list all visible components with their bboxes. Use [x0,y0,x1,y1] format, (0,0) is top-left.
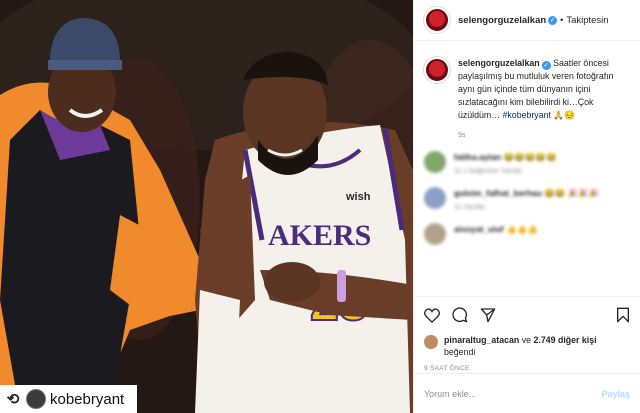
repost-icon: ⟲ [6,391,20,408]
share-icon[interactable] [480,307,496,323]
verified-icon: ✓ [541,61,551,70]
add-comment-bar: Paylaş [414,373,640,413]
bookmark-icon[interactable] [616,307,630,323]
author-avatar[interactable] [424,7,450,33]
caption: selengorguzelalkan ✓ Saatler öncesi payla… [424,57,630,122]
action-icons [424,304,630,326]
verified-icon: ✓ [548,15,558,25]
comment-input[interactable] [424,388,602,399]
comments-section[interactable]: selengorguzelalkan ✓ Saatler öncesi payla… [414,41,640,296]
caption-text: selengorguzelalkan ✓ Saatler öncesi payla… [458,57,630,122]
svg-text:wish: wish [345,191,371,203]
likes-connector: ve [521,335,532,345]
posted-time: 9 SAAT ÖNCE [424,365,470,372]
caption-emojis: 🙏😔 [553,110,576,120]
comment-icon[interactable] [452,307,468,323]
liker-username[interactable]: pinaraltug_atacan [444,335,519,345]
likes-summary: pinaraltug_atacan ve 2.749 diğer kişi be… [424,334,630,358]
photo-illustration: AKERS wish 23 [0,0,413,413]
post-comment-button[interactable]: Paylaş [601,389,630,399]
comment-row: aisoyat_uiuf 👍👍👍 [424,223,630,245]
comment-text: 😂😂 🎉🎉🎉 [544,188,600,198]
comment-meta: 1s Yanıtla [454,204,485,211]
comment-username[interactable]: aisoyat_uiuf [454,224,504,234]
caption-avatar[interactable] [424,57,450,83]
post-header: selengorguzelalkan ✓ • Takiptesin [414,0,640,41]
likes-text: pinaraltug_atacan ve 2.749 diğer kişi be… [444,334,630,358]
liker-avatar[interactable] [424,335,438,349]
repost-tag[interactable]: ⟲ kobebryant [0,385,137,413]
svg-text:AKERS: AKERS [268,219,371,252]
repost-username[interactable]: kobebryant [50,391,124,408]
comment-username[interactable]: fatiha.aytan [454,152,501,162]
post-photo[interactable]: AKERS wish 23 ⟲ kobebryant [0,0,413,413]
likes-suffix: beğendi [444,347,476,357]
comment-username[interactable]: gulsim_falhat_berhau [454,188,542,198]
post-actions: pinaraltug_atacan ve 2.749 diğer kişi be… [414,296,640,372]
caption-username[interactable]: selengorguzelalkan [458,58,540,68]
header-separator: • [560,15,564,25]
comment-avatar[interactable] [424,187,446,209]
comment-row: gulsim_falhat_berhau 😂😂 🎉🎉🎉 1s Yanıtla [424,187,630,211]
comment-text: 👍👍👍 [505,224,538,234]
caption-hashtag[interactable]: #kobebryant [503,110,551,120]
caption-time: 9s [458,132,466,139]
heart-icon[interactable] [424,307,440,323]
comment-meta: 1s 1 beğenme Yanıtla [454,168,522,175]
comment-avatar[interactable] [424,151,446,173]
author-username[interactable]: selengorguzelalkan [458,15,546,26]
follow-status[interactable]: Takiptesin [566,15,608,26]
comment-row: fatiha.aytan 😂😂😂😂😂 1s 1 beğenme Yanıtla [424,151,630,175]
likes-count[interactable]: 2.749 diğer kişi [534,335,597,345]
comment-avatar[interactable] [424,223,446,245]
comment-text: 😂😂😂😂😂 [503,152,557,162]
repost-avatar [26,389,46,409]
post-side-panel: selengorguzelalkan ✓ • Takiptesin seleng… [413,0,640,413]
